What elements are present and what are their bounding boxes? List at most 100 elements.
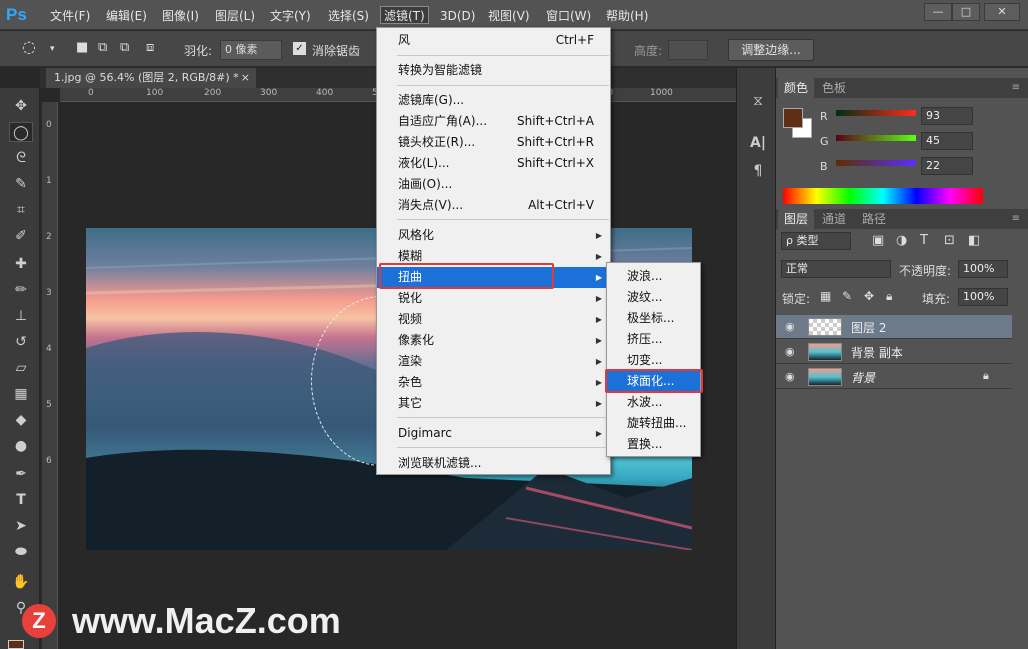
filter-menu-item[interactable]: 像素化 ▶ xyxy=(377,330,610,351)
minimize-icon[interactable]: — xyxy=(924,3,952,21)
foreground-color-swatch[interactable] xyxy=(783,108,803,128)
clone-stamp-tool-icon[interactable]: ⊥ xyxy=(9,306,33,326)
lock-all-icon[interactable]: 🔒︎ xyxy=(886,289,892,304)
tab-paths[interactable]: 路径 xyxy=(856,209,892,229)
b-value-input[interactable]: 22 xyxy=(921,157,973,175)
paragraph-panel-icon[interactable]: ¶ xyxy=(747,160,769,182)
ellipse-marquee-tool-icon[interactable]: ◯ xyxy=(9,122,33,142)
document-tab[interactable]: 1.jpg @ 56.4% (图层 2, RGB/8#) * × xyxy=(46,68,256,88)
hand-tool-icon[interactable]: ✋ xyxy=(9,572,33,592)
lasso-tool-icon[interactable]: ᘓ xyxy=(9,148,33,168)
panel-menu-icon[interactable]: ≡ xyxy=(1006,78,1026,98)
move-tool-icon[interactable]: ✥ xyxy=(9,96,33,116)
filter-menu-item[interactable]: 镜头校正(R)... Shift+Ctrl+R xyxy=(377,132,610,153)
subtract-selection-icon[interactable]: ⧉ xyxy=(120,40,129,55)
filter-menu-item[interactable]: 转换为智能滤镜 xyxy=(377,60,610,81)
menu-image[interactable]: 图像(I) xyxy=(162,7,199,25)
filter-menu-item[interactable]: 风格化 ▶ xyxy=(377,225,610,246)
filter-menu-item[interactable]: 渲染 ▶ xyxy=(377,351,610,372)
blur-tool-icon[interactable]: ◆ xyxy=(9,410,33,430)
menu-3d[interactable]: 3D(D) xyxy=(440,7,475,25)
tab-channels[interactable]: 通道 xyxy=(816,209,852,229)
submenu-item[interactable]: 水波... xyxy=(607,392,700,413)
character-panel-icon[interactable]: A| xyxy=(747,132,769,154)
submenu-item[interactable]: 切变... xyxy=(607,350,700,371)
filter-menu-item[interactable]: 风 Ctrl+F xyxy=(377,30,610,51)
add-selection-icon[interactable]: ⧉ xyxy=(98,40,107,55)
new-selection-icon[interactable]: ■ xyxy=(76,40,88,55)
history-panel-icon[interactable]: ⧖ xyxy=(747,90,769,112)
lock-pixels-icon[interactable]: ▦ xyxy=(820,289,831,303)
filter-menu-item[interactable]: 液化(L)... Shift+Ctrl+X xyxy=(377,153,610,174)
healing-brush-tool-icon[interactable]: ✚ xyxy=(9,254,33,274)
quick-select-tool-icon[interactable]: ✎ xyxy=(9,174,33,194)
submenu-item[interactable]: 置换... xyxy=(607,434,700,455)
filter-menu-item[interactable]: 浏览联机滤镜... xyxy=(377,453,610,474)
dodge-tool-icon[interactable]: ● xyxy=(9,436,33,456)
layer-row[interactable]: ◉ 背景 副本 xyxy=(776,340,1012,364)
filter-menu-item[interactable]: 锐化 ▶ xyxy=(377,288,610,309)
layer-row[interactable]: ◉ 图层 2 xyxy=(776,315,1012,339)
antialias-checkbox[interactable]: ✓ xyxy=(293,42,306,55)
panel-menu-icon[interactable]: ≡ xyxy=(1006,209,1026,229)
type-filter-icon[interactable]: T xyxy=(920,233,928,248)
filter-menu-item[interactable]: 其它 ▶ xyxy=(377,393,610,414)
filter-menu-item[interactable]: 杂色 ▶ xyxy=(377,372,610,393)
layer-filter-select[interactable]: ρ 类型 xyxy=(781,232,851,250)
close-icon[interactable]: ✕ xyxy=(984,3,1020,21)
brush-tool-icon[interactable]: ✏ xyxy=(9,280,33,300)
menu-window[interactable]: 窗口(W) xyxy=(546,7,591,25)
tab-color[interactable]: 颜色 xyxy=(778,78,815,98)
ellipse-marquee-icon[interactable]: ◌ xyxy=(22,37,36,56)
tab-swatches[interactable]: 色板 xyxy=(816,78,852,98)
lock-paint-icon[interactable]: ✎ xyxy=(842,289,852,303)
layer-row[interactable]: ◉ 背景 🔒︎ xyxy=(776,365,1012,389)
gradient-tool-icon[interactable]: ▦ xyxy=(9,384,33,404)
path-select-tool-icon[interactable]: ➤ xyxy=(9,516,33,536)
crop-tool-icon[interactable]: ⌗ xyxy=(9,200,33,220)
shape-filter-icon[interactable]: ⊡ xyxy=(944,233,955,248)
fill-input[interactable]: 100% xyxy=(958,288,1008,306)
maximize-icon[interactable]: □ xyxy=(952,3,980,21)
submenu-item[interactable]: 挤压... xyxy=(607,329,700,350)
menu-help[interactable]: 帮助(H) xyxy=(606,7,648,25)
visibility-eye-icon[interactable]: ◉ xyxy=(785,345,795,358)
r-slider[interactable] xyxy=(836,110,916,116)
smart-object-filter-icon[interactable]: ◧ xyxy=(968,233,980,248)
menu-view[interactable]: 视图(V) xyxy=(488,7,530,25)
history-brush-tool-icon[interactable]: ↺ xyxy=(9,332,33,352)
tab-layers[interactable]: 图层 xyxy=(778,209,815,229)
g-value-input[interactable]: 45 xyxy=(921,132,973,150)
feather-input[interactable]: 0 像素 xyxy=(220,40,282,60)
menu-type[interactable]: 文字(Y) xyxy=(270,7,311,25)
refine-edge-button[interactable]: 调整边缘... xyxy=(728,39,814,61)
filter-menu-item[interactable]: 滤镜库(G)... xyxy=(377,90,610,111)
close-tab-icon[interactable]: × xyxy=(241,68,250,88)
adjustment-filter-icon[interactable]: ◑ xyxy=(896,233,907,248)
visibility-eye-icon[interactable]: ◉ xyxy=(785,370,795,383)
menu-select[interactable]: 选择(S) xyxy=(328,7,369,25)
height-input[interactable] xyxy=(668,40,708,60)
submenu-item[interactable]: 旋转扭曲... xyxy=(607,413,700,434)
filter-menu-item[interactable]: 视频 ▶ xyxy=(377,309,610,330)
menu-edit[interactable]: 编辑(E) xyxy=(106,7,147,25)
menu-layer[interactable]: 图层(L) xyxy=(215,7,255,25)
chevron-down-icon[interactable]: ▾ xyxy=(50,44,55,54)
filter-menu-item[interactable]: Digimarc ▶ xyxy=(377,423,610,444)
eyedropper-tool-icon[interactable]: ✐ xyxy=(9,226,33,246)
visibility-eye-icon[interactable]: ◉ xyxy=(785,320,795,333)
filter-menu-item[interactable]: 自适应广角(A)... Shift+Ctrl+A xyxy=(377,111,610,132)
filter-menu-item[interactable]: 消失点(V)... Alt+Ctrl+V xyxy=(377,195,610,216)
b-slider[interactable] xyxy=(836,160,916,166)
opacity-input[interactable]: 100% xyxy=(958,260,1008,278)
foreground-color-swatch[interactable] xyxy=(8,640,24,649)
r-value-input[interactable]: 93 xyxy=(921,107,973,125)
menu-filter[interactable]: 滤镜(T) xyxy=(380,6,429,24)
eraser-tool-icon[interactable]: ▱ xyxy=(9,358,33,378)
color-spectrum[interactable] xyxy=(783,188,983,204)
pen-tool-icon[interactable]: ✒ xyxy=(9,464,33,484)
pixel-filter-icon[interactable]: ▣ xyxy=(872,233,884,248)
g-slider[interactable] xyxy=(836,135,916,141)
filter-menu-item[interactable]: 油画(O)... xyxy=(377,174,610,195)
lock-position-icon[interactable]: ✥ xyxy=(864,289,874,303)
